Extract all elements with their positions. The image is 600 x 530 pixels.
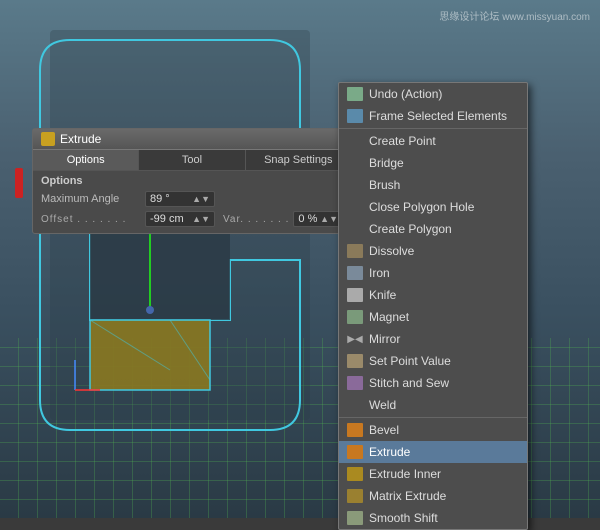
extrude-panel: Extrude Options Tool Snap Settings Optio… bbox=[32, 128, 352, 234]
knife-icon bbox=[347, 287, 363, 303]
max-angle-value: 89 ° bbox=[150, 193, 170, 205]
menu-item-bridge[interactable]: Bridge bbox=[339, 152, 527, 174]
smooth-shift-icon bbox=[347, 510, 363, 526]
menu-item-bevel[interactable]: Bevel bbox=[339, 419, 527, 441]
menu-item-knife[interactable]: Knife bbox=[339, 284, 527, 306]
menu-item-create-point[interactable]: Create Point bbox=[339, 130, 527, 152]
menu-item-brush[interactable]: Brush bbox=[339, 174, 527, 196]
menu-item-set-point[interactable]: Set Point Value bbox=[339, 350, 527, 372]
var-input[interactable]: 0 % ▲▼ bbox=[293, 211, 343, 227]
menu-label-extrude: Extrude bbox=[369, 445, 410, 459]
menu-label-create-point: Create Point bbox=[369, 134, 436, 148]
weld-icon bbox=[347, 397, 363, 413]
menu-label-bridge: Bridge bbox=[369, 156, 404, 170]
menu-label-close-poly: Close Polygon Hole bbox=[369, 200, 474, 214]
matrix-extrude-icon bbox=[347, 488, 363, 504]
max-angle-label: Maximum Angle bbox=[41, 193, 141, 205]
menu-label-brush: Brush bbox=[369, 178, 400, 192]
max-angle-spinner[interactable]: ▲▼ bbox=[192, 194, 210, 204]
bevel-icon bbox=[347, 422, 363, 438]
menu-label-bevel: Bevel bbox=[369, 423, 399, 437]
var-spinner[interactable]: ▲▼ bbox=[320, 214, 338, 224]
menu-item-dissolve[interactable]: Dissolve bbox=[339, 240, 527, 262]
context-menu: Undo (Action) Frame Selected Elements Cr… bbox=[338, 82, 528, 530]
watermark: 思缘设计论坛 www.missyuan.com bbox=[439, 8, 590, 23]
create-point-icon bbox=[347, 133, 363, 149]
menu-item-matrix-extrude[interactable]: Matrix Extrude bbox=[339, 485, 527, 507]
mirror-icon: ▶◀ bbox=[347, 331, 363, 347]
menu-label-iron: Iron bbox=[369, 266, 390, 280]
offset-label: Offset . . . . . . . bbox=[41, 214, 141, 225]
menu-label-create-polygon: Create Polygon bbox=[369, 222, 452, 236]
menu-item-undo[interactable]: Undo (Action) bbox=[339, 83, 527, 105]
menu-label-smooth-shift: Smooth Shift bbox=[369, 511, 438, 525]
setpoint-icon bbox=[347, 353, 363, 369]
menu-item-smooth-shift[interactable]: Smooth Shift bbox=[339, 507, 527, 529]
menu-label-extrude-inner: Extrude Inner bbox=[369, 467, 441, 481]
extrude-inner-icon bbox=[347, 466, 363, 482]
menu-label-undo: Undo (Action) bbox=[369, 87, 442, 101]
tab-snap-settings[interactable]: Snap Settings bbox=[246, 150, 351, 170]
menu-label-weld: Weld bbox=[369, 398, 396, 412]
menu-label-frame: Frame Selected Elements bbox=[369, 109, 507, 123]
extrude-menu-icon bbox=[347, 444, 363, 460]
offset-input[interactable]: -99 cm ▲▼ bbox=[145, 211, 215, 227]
menu-item-iron[interactable]: Iron bbox=[339, 262, 527, 284]
undo-icon bbox=[347, 86, 363, 102]
menu-label-stitch: Stitch and Sew bbox=[369, 376, 449, 390]
separator-2 bbox=[339, 417, 527, 418]
stitch-icon bbox=[347, 375, 363, 391]
menu-item-extrude[interactable]: Extrude bbox=[339, 441, 527, 463]
frame-icon bbox=[347, 108, 363, 124]
dissolve-icon bbox=[347, 243, 363, 259]
menu-label-dissolve: Dissolve bbox=[369, 244, 414, 258]
menu-item-frame[interactable]: Frame Selected Elements bbox=[339, 105, 527, 127]
panel-title-text: Extrude bbox=[60, 132, 101, 146]
menu-label-magnet: Magnet bbox=[369, 310, 409, 324]
separator-1 bbox=[339, 128, 527, 129]
brush-icon bbox=[347, 177, 363, 193]
close-poly-icon bbox=[347, 199, 363, 215]
3d-shape bbox=[10, 10, 340, 470]
panel-tabs: Options Tool Snap Settings bbox=[33, 150, 351, 171]
menu-item-extrude-inner[interactable]: Extrude Inner bbox=[339, 463, 527, 485]
param-row-offset: Offset . . . . . . . -99 cm ▲▼ Var. . . … bbox=[33, 209, 351, 229]
var-value: 0 % bbox=[298, 213, 317, 225]
menu-item-magnet[interactable]: Magnet bbox=[339, 306, 527, 328]
iron-icon bbox=[347, 265, 363, 281]
menu-item-stitch[interactable]: Stitch and Sew bbox=[339, 372, 527, 394]
panel-section-label: Options bbox=[33, 171, 351, 189]
offset-spinner[interactable]: ▲▼ bbox=[192, 214, 210, 224]
offset-value: -99 cm bbox=[150, 213, 184, 225]
create-polygon-icon bbox=[347, 221, 363, 237]
magnet-icon bbox=[347, 309, 363, 325]
bridge-icon bbox=[347, 155, 363, 171]
menu-label-mirror: Mirror bbox=[369, 332, 400, 346]
tab-options[interactable]: Options bbox=[33, 150, 139, 170]
menu-item-close-poly[interactable]: Close Polygon Hole bbox=[339, 196, 527, 218]
menu-label-set-point: Set Point Value bbox=[369, 354, 451, 368]
menu-item-weld[interactable]: Weld bbox=[339, 394, 527, 416]
var-label: Var. . . . . . . bbox=[223, 214, 289, 225]
extrude-panel-icon bbox=[41, 132, 55, 146]
menu-item-create-polygon[interactable]: Create Polygon bbox=[339, 218, 527, 240]
menu-item-mirror[interactable]: ▶◀ Mirror bbox=[339, 328, 527, 350]
param-row-max-angle: Maximum Angle 89 ° ▲▼ bbox=[33, 189, 351, 209]
menu-label-matrix-extrude: Matrix Extrude bbox=[369, 489, 446, 503]
max-angle-input[interactable]: 89 ° ▲▼ bbox=[145, 191, 215, 207]
menu-label-knife: Knife bbox=[369, 288, 396, 302]
panel-title: Extrude bbox=[33, 129, 351, 150]
tab-tool[interactable]: Tool bbox=[139, 150, 245, 170]
